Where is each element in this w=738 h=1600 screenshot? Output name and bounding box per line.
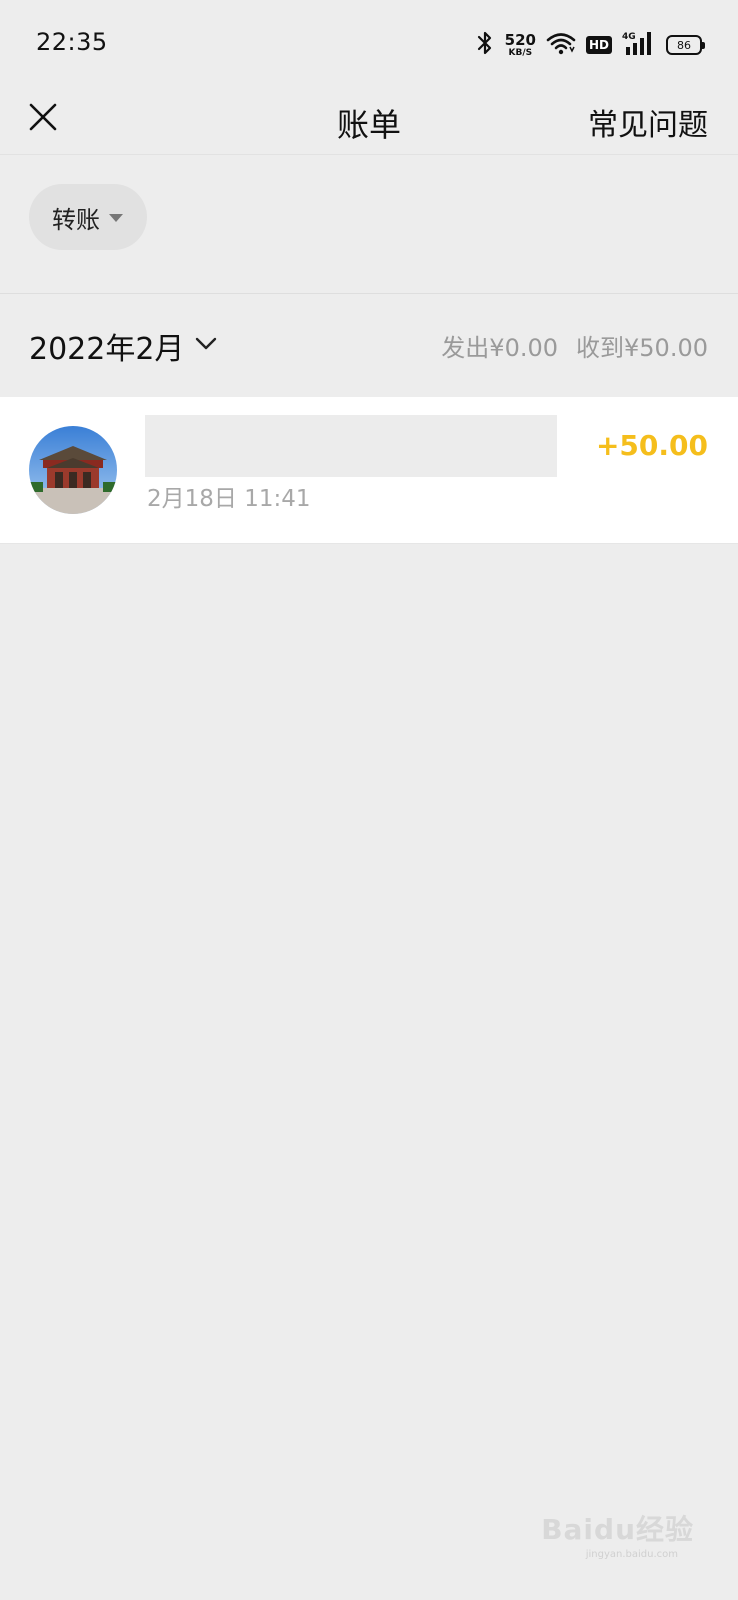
signal-icon: 4G xyxy=(622,30,656,60)
month-header: 2022年2月 发出¥0.00 收到¥50.00 xyxy=(0,294,738,396)
net-speed-value: 520 xyxy=(504,30,536,49)
watermark-url: jingyan.baidu.com xyxy=(585,1549,678,1560)
svg-text:4G: 4G xyxy=(622,32,636,42)
month-label: 2022年2月 xyxy=(29,332,185,367)
watermark-logo: Baidu经验 xyxy=(541,1513,694,1546)
redacted-name-placeholder xyxy=(145,415,557,477)
filter-area: 转账 xyxy=(0,155,738,294)
incoming-total: 收到¥50.00 xyxy=(576,334,708,362)
status-time: 22:35 xyxy=(36,28,108,56)
net-speed-unit: KB/S xyxy=(508,47,533,58)
bluetooth-icon xyxy=(475,31,495,59)
outgoing-total: 发出¥0.00 xyxy=(441,334,559,362)
net-speed: 520 KB/S xyxy=(504,30,536,58)
status-bar: 22:35 520 KB/S HD 4G 86 xyxy=(0,0,738,88)
caret-down-icon xyxy=(108,208,124,227)
battery-icon: 86 xyxy=(666,35,705,55)
type-filter-button[interactable]: 转账 xyxy=(29,184,147,250)
filter-label: 转账 xyxy=(52,205,100,234)
navbar: 账单 常见问题 xyxy=(0,88,738,155)
wifi-icon xyxy=(546,31,576,59)
battery-level: 86 xyxy=(677,38,691,52)
avatar xyxy=(29,426,117,514)
month-selector[interactable]: 2022年2月 xyxy=(29,324,218,368)
bill-list-item[interactable]: 2月18日 11:41 +50.00 xyxy=(0,397,738,544)
bill-time: 2月18日 11:41 xyxy=(147,486,311,512)
chevron-down-icon xyxy=(194,336,218,356)
status-icons: 520 KB/S HD 4G 86 xyxy=(475,28,705,62)
month-summary: 发出¥0.00 收到¥50.00 xyxy=(441,328,708,363)
hd-icon: HD xyxy=(585,36,612,54)
bill-amount: +50.00 xyxy=(595,429,708,462)
faq-link[interactable]: 常见问题 xyxy=(588,100,708,144)
